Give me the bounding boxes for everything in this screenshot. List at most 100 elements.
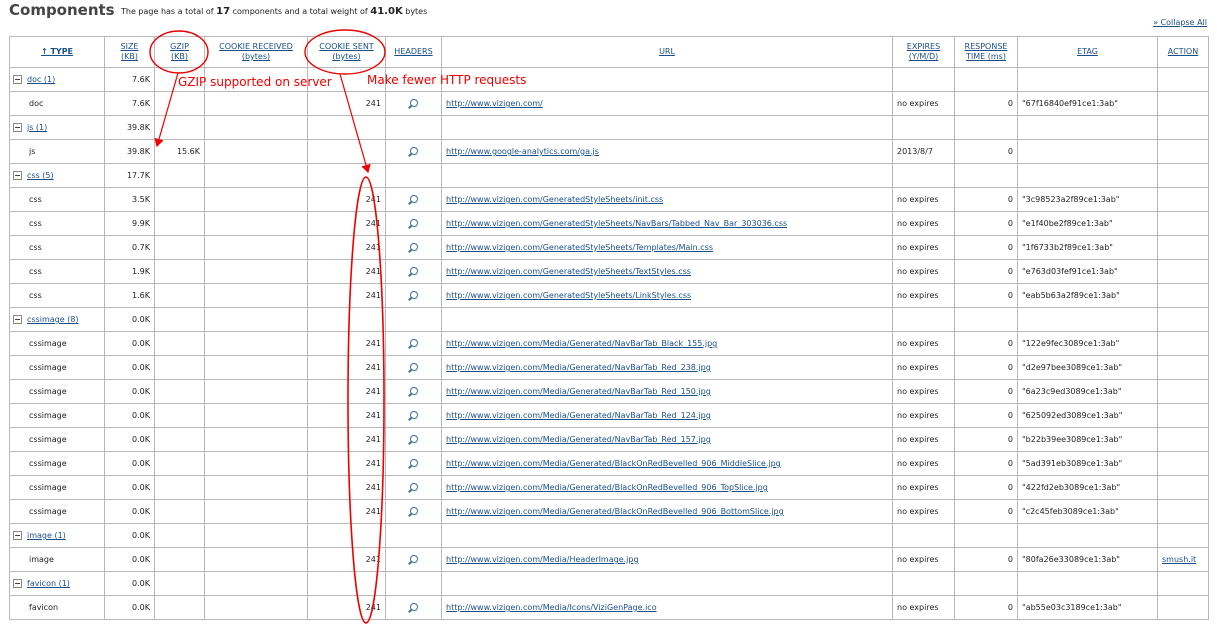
url-cell: http://www.vizigen.com/GeneratedStyleShe… — [441, 187, 893, 212]
magnifier-icon[interactable] — [409, 290, 418, 299]
collapse-toggle-icon[interactable] — [13, 531, 22, 540]
magnifier-icon[interactable] — [409, 602, 418, 611]
component-url-link[interactable]: http://www.vizigen.com/ — [446, 99, 543, 108]
headers-cell — [385, 427, 442, 452]
cookie-sent-cell: 241 — [307, 475, 386, 500]
component-url-link[interactable]: http://www.vizigen.com/Media/HeaderImage… — [446, 555, 639, 564]
col-response-header[interactable]: RESPONSE TIME (ms) — [954, 36, 1018, 68]
magnifier-icon[interactable] — [409, 410, 418, 419]
gzip-cell — [154, 379, 205, 404]
collapse-toggle-icon[interactable] — [13, 75, 22, 84]
url-cell: http://www.vizigen.com/Media/Generated/N… — [441, 427, 893, 452]
component-url-link[interactable]: http://www.vizigen.com/GeneratedStyleShe… — [446, 267, 691, 276]
group-name-link[interactable]: doc (1) — [27, 75, 55, 84]
etag-cell: "1f6733b2f89ce1:3ab" — [1017, 235, 1158, 260]
component-url-link[interactable]: http://www.vizigen.com/Media/Generated/B… — [446, 459, 781, 468]
type-cell: image — [9, 547, 105, 572]
gzip-cell — [154, 331, 205, 356]
magnifier-icon[interactable] — [409, 194, 418, 203]
expires-cell: no expires — [892, 547, 955, 572]
expires-cell: no expires — [892, 355, 955, 380]
component-url-link[interactable]: http://www.google-analytics.com/ga.js — [446, 147, 599, 156]
expires-cell: no expires — [892, 283, 955, 308]
cookie-sent-cell — [307, 139, 386, 164]
empty-cell — [385, 571, 442, 596]
group-size: 0.0K — [104, 523, 155, 548]
components-table: ↑ TYPE SIZE (KB) GZIP (KB) COOKIE RECEIVED… — [9, 36, 1209, 620]
magnifier-icon[interactable] — [409, 482, 418, 491]
col-cookie-received-header[interactable]: COOKIE RECEIVED (bytes) — [204, 36, 308, 68]
magnifier-icon[interactable] — [409, 338, 418, 347]
magnifier-icon[interactable] — [409, 386, 418, 395]
magnifier-icon[interactable] — [409, 554, 418, 563]
component-url-link[interactable]: http://www.vizigen.com/Media/Generated/N… — [446, 363, 711, 372]
size-cell: 0.0K — [104, 379, 155, 404]
col-etag-header[interactable]: ETAG — [1017, 36, 1158, 68]
group-name-link[interactable]: css (5) — [27, 171, 54, 180]
col-type-header[interactable]: ↑ TYPE — [9, 36, 105, 68]
magnifier-icon[interactable] — [409, 218, 418, 227]
col-expires-header[interactable]: EXPIRES (Y/M/D) — [892, 36, 955, 68]
group-name-link[interactable]: image (1) — [27, 531, 66, 540]
empty-cell — [204, 115, 308, 140]
type-cell: cssimage — [9, 403, 105, 428]
collapse-toggle-icon[interactable] — [13, 315, 22, 324]
gzip-cell — [154, 259, 205, 284]
magnifier-icon[interactable] — [409, 146, 418, 155]
cookie-received-cell — [204, 499, 308, 524]
etag-cell: "625092ed3089ce1:3ab" — [1017, 403, 1158, 428]
collapse-toggle-icon[interactable] — [13, 171, 22, 180]
etag-cell: "67f16840ef91ce1:3ab" — [1017, 91, 1158, 116]
magnifier-icon[interactable] — [409, 458, 418, 467]
url-cell: http://www.vizigen.com/Media/Generated/B… — [441, 499, 893, 524]
response-time-cell: 0 — [954, 259, 1018, 284]
empty-cell — [892, 67, 955, 92]
group-name-link[interactable]: js (1) — [27, 123, 47, 132]
col-url-header[interactable]: URL — [441, 36, 893, 68]
collapse-toggle-icon[interactable] — [13, 123, 22, 132]
magnifier-icon[interactable] — [409, 434, 418, 443]
magnifier-icon[interactable] — [409, 506, 418, 515]
component-count: 17 — [216, 6, 231, 17]
expires-cell: no expires — [892, 451, 955, 476]
url-cell: http://www.vizigen.com/GeneratedStyleShe… — [441, 259, 893, 284]
cookie-sent-cell: 241 — [307, 331, 386, 356]
magnifier-icon[interactable] — [409, 98, 418, 107]
component-url-link[interactable]: http://www.vizigen.com/GeneratedStyleShe… — [446, 291, 691, 300]
component-url-link[interactable]: http://www.vizigen.com/GeneratedStyleShe… — [446, 243, 713, 252]
col-gzip-header[interactable]: GZIP (KB) — [154, 36, 205, 68]
type-cell: css — [9, 211, 105, 236]
etag-cell — [1017, 139, 1158, 164]
group-name-link[interactable]: cssimage (8) — [27, 315, 79, 324]
magnifier-icon[interactable] — [409, 362, 418, 371]
magnifier-icon[interactable] — [409, 242, 418, 251]
headers-cell — [385, 499, 442, 524]
cookie-received-cell — [204, 187, 308, 212]
group-size: 0.0K — [104, 571, 155, 596]
smushit-link[interactable]: smush.it — [1162, 555, 1196, 564]
component-url-link[interactable]: http://www.vizigen.com/Media/Generated/B… — [446, 483, 768, 492]
size-cell: 0.7K — [104, 235, 155, 260]
gzip-cell — [154, 91, 205, 116]
component-url-link[interactable]: http://www.vizigen.com/Media/Generated/N… — [446, 435, 711, 444]
headers-cell — [385, 139, 442, 164]
cookie-sent-cell: 241 — [307, 355, 386, 380]
component-url-link[interactable]: http://www.vizigen.com/GeneratedStyleShe… — [446, 195, 663, 204]
action-cell: smush.it — [1157, 547, 1209, 572]
col-cookie-sent-header[interactable]: COOKIE SENT (bytes) — [307, 36, 386, 68]
action-cell — [1157, 139, 1209, 164]
col-size-header[interactable]: SIZE (KB) — [104, 36, 155, 68]
headers-cell — [385, 211, 442, 236]
component-url-link[interactable]: http://www.vizigen.com/GeneratedStyleShe… — [446, 219, 787, 228]
component-url-link[interactable]: http://www.vizigen.com/Media/Generated/N… — [446, 411, 711, 420]
magnifier-icon[interactable] — [409, 266, 418, 275]
group-name-link[interactable]: favicon (1) — [27, 579, 70, 588]
col-action-header[interactable]: ACTION — [1157, 36, 1209, 68]
component-url-link[interactable]: http://www.vizigen.com/Media/Generated/N… — [446, 339, 717, 348]
col-headers-header[interactable]: HEADERS — [385, 36, 442, 68]
component-url-link[interactable]: http://www.vizigen.com/Media/Generated/N… — [446, 387, 711, 396]
collapse-toggle-icon[interactable] — [13, 579, 22, 588]
collapse-all-link[interactable]: » Collapse All — [1153, 18, 1207, 27]
component-url-link[interactable]: http://www.vizigen.com/Media/Generated/B… — [446, 507, 784, 516]
component-url-link[interactable]: http://www.vizigen.com/Media/Icons/ViziG… — [446, 603, 657, 612]
